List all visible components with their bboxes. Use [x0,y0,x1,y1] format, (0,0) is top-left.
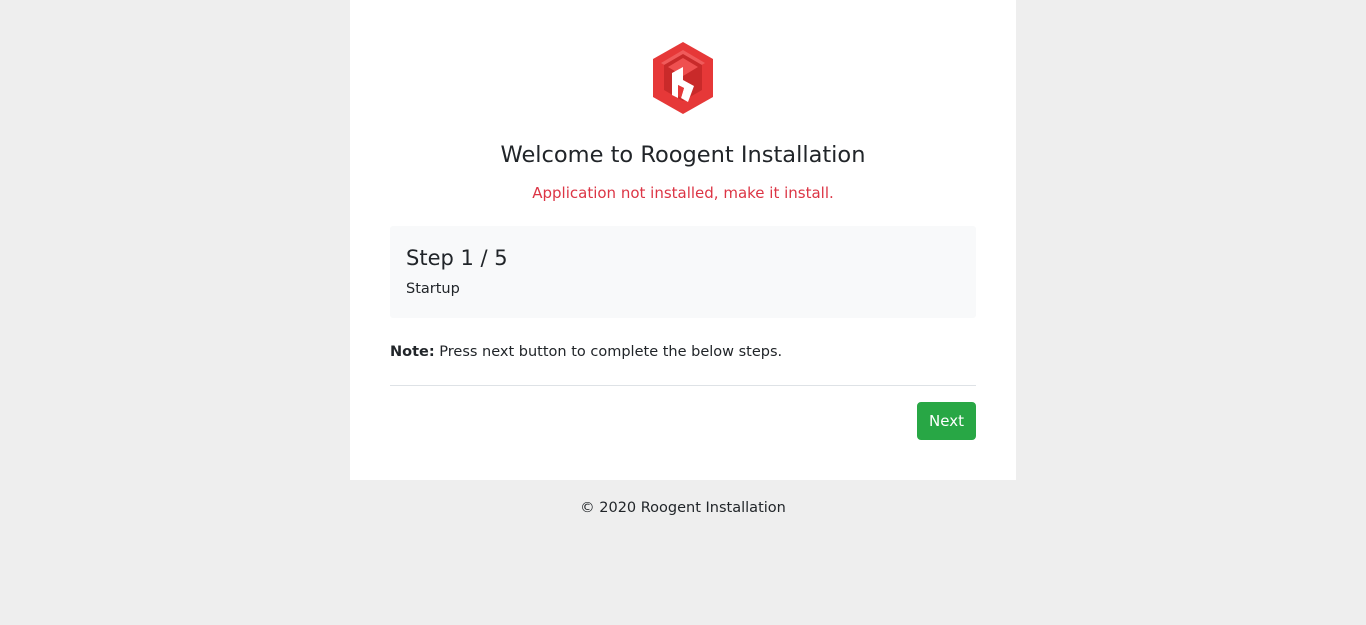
install-card: Welcome to Roogent Installation Applicat… [350,0,1016,480]
note-text: Note: Press next button to complete the … [390,341,976,363]
step-counter: Step 1 / 5 [406,246,508,270]
footer-copyright: © 2020 Roogent Installation [580,500,786,516]
install-status-message: Application not installed, make it insta… [532,184,834,202]
page-title: Welcome to Roogent Installation [500,142,866,168]
step-panel: Step 1 / 5 Startup [390,226,976,318]
note-body: Press next button to complete the below … [434,344,783,360]
note-label: Note: [390,344,435,360]
divider [390,385,976,386]
step-name: Startup [406,281,460,297]
next-button[interactable]: Next [917,402,976,440]
roogent-hexagon-logo-icon [653,42,713,114]
